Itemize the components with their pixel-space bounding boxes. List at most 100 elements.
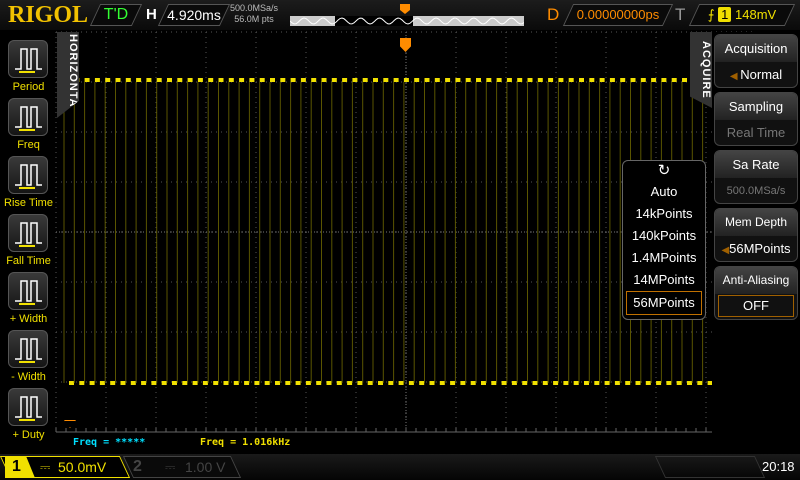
waveform-high (321, 78, 327, 82)
rise-time-icon[interactable] (8, 156, 48, 194)
freq-icon[interactable] (8, 98, 48, 136)
measurement-2: Freq = 1.016kHz (200, 437, 291, 448)
waveform-low (594, 381, 600, 385)
waveform-high (393, 78, 399, 82)
waveform-high (197, 78, 203, 82)
waveform-high (300, 78, 306, 82)
waveform-low (141, 381, 147, 385)
mem-depth-option[interactable]: Auto (623, 181, 705, 203)
waveform-high (455, 78, 461, 82)
waveform-low (244, 381, 250, 385)
waveform-high (228, 78, 234, 82)
waveform-high (383, 78, 389, 82)
waveform-high (239, 78, 245, 82)
waveform-low (223, 381, 229, 385)
waveform-low (419, 381, 425, 385)
channel-1-scale: 50.0mV (58, 459, 107, 475)
period-icon[interactable] (8, 40, 48, 78)
waveform-high (270, 78, 275, 82)
waveform-low (233, 381, 239, 385)
waveform-high (568, 78, 574, 82)
waveform-high (682, 78, 687, 82)
waveform-high (187, 78, 193, 82)
measurement-1: Freq = ***** (73, 437, 146, 448)
mem-depth-option[interactable]: 1.4MPoints (623, 247, 705, 269)
waveform-high (609, 78, 615, 82)
acquire-menu: Acquisition ◀ Normal Sampling Real Time Sa… (712, 32, 800, 448)
mem-depth-option[interactable]: 140kPoints (623, 225, 705, 247)
waveform-low (522, 381, 528, 385)
waveform-low (584, 381, 589, 385)
waveform-high (94, 78, 100, 82)
sampling-button[interactable]: Sampling Real Time (714, 92, 798, 146)
waveform-low (182, 381, 188, 385)
waveform-low (481, 381, 486, 385)
waveform-low (110, 381, 116, 385)
arrow-left-icon: ◀ (721, 245, 730, 256)
sa-rate-button[interactable]: Sa Rate 500.0MSa/s (714, 150, 798, 204)
waveform-high (558, 78, 564, 82)
waveform-high (373, 78, 378, 82)
rotary-knob-icon: ↻ (657, 162, 671, 179)
mem-depth-option[interactable]: 14kPoints (623, 203, 705, 225)
waveform-high (517, 78, 523, 82)
acquisition-button[interactable]: Acquisition ◀ Normal (714, 34, 798, 88)
waveform-high (671, 78, 677, 82)
waveform-high (506, 78, 512, 82)
waveform-high (342, 78, 348, 82)
waveform-low (254, 381, 260, 385)
waveform-low (69, 381, 74, 385)
waveform-low (347, 381, 353, 385)
waveform-low (573, 381, 579, 385)
channel-1-coupling-icon: ⎓ (40, 459, 51, 474)
mem-depth-button[interactable]: Mem Depth ◀56MPoints (714, 208, 798, 262)
waveform-low (213, 381, 219, 385)
anti-aliasing-button[interactable]: Anti-Aliasing OFF (714, 266, 798, 320)
waveform-low (429, 381, 435, 385)
fall-time-icon[interactable] (8, 214, 48, 252)
waveform-high (311, 78, 317, 82)
waveform-low (388, 381, 394, 385)
negative-width-icon[interactable] (8, 330, 48, 368)
waveform-high (280, 78, 286, 82)
waveform-low (676, 381, 682, 385)
waveform-low (697, 381, 703, 385)
measure-label: + Width (9, 313, 48, 325)
waveform-low (151, 381, 157, 385)
measure-label: Period (12, 81, 45, 93)
waveform-high (414, 78, 420, 82)
waveform-high (167, 78, 172, 82)
waveform-high (527, 78, 533, 82)
measure-label: - Width (11, 371, 46, 383)
waveform-low (192, 381, 198, 385)
waveform-high (445, 78, 451, 82)
measure-label: Rise Time (4, 197, 53, 209)
waveform-high (331, 78, 337, 82)
waveform-low (532, 381, 538, 385)
waveform-high (486, 78, 492, 82)
waveform-high (630, 78, 636, 82)
mem-depth-option[interactable]: 14MPoints (623, 269, 705, 291)
measure-label: + Duty (12, 429, 45, 441)
waveform-high (218, 78, 224, 82)
waveform-low (316, 381, 322, 385)
waveform-low (357, 381, 363, 385)
mem-depth-option[interactable]: 56MPoints (626, 291, 702, 315)
waveform-high (84, 78, 90, 82)
waveform-low (130, 381, 136, 385)
positive-width-icon[interactable] (8, 272, 48, 310)
channel-bar: 1 ⎓ 50.0mV 2 ⎓ 1.00 V 20:18 (0, 454, 800, 480)
waveform-low (120, 381, 126, 385)
waveform-high (403, 78, 409, 82)
waveform-low (604, 381, 610, 385)
waveform-high (640, 78, 646, 82)
waveform-high (259, 78, 265, 82)
waveform-high (352, 78, 358, 82)
positive-duty-icon[interactable] (8, 388, 48, 426)
acquire-tab: ACQUIRE (690, 32, 712, 108)
waveform-high (105, 78, 111, 82)
waveform-low (367, 381, 373, 385)
waveform-high (115, 78, 121, 82)
waveform-low (408, 381, 414, 385)
waveform-high (208, 78, 214, 82)
